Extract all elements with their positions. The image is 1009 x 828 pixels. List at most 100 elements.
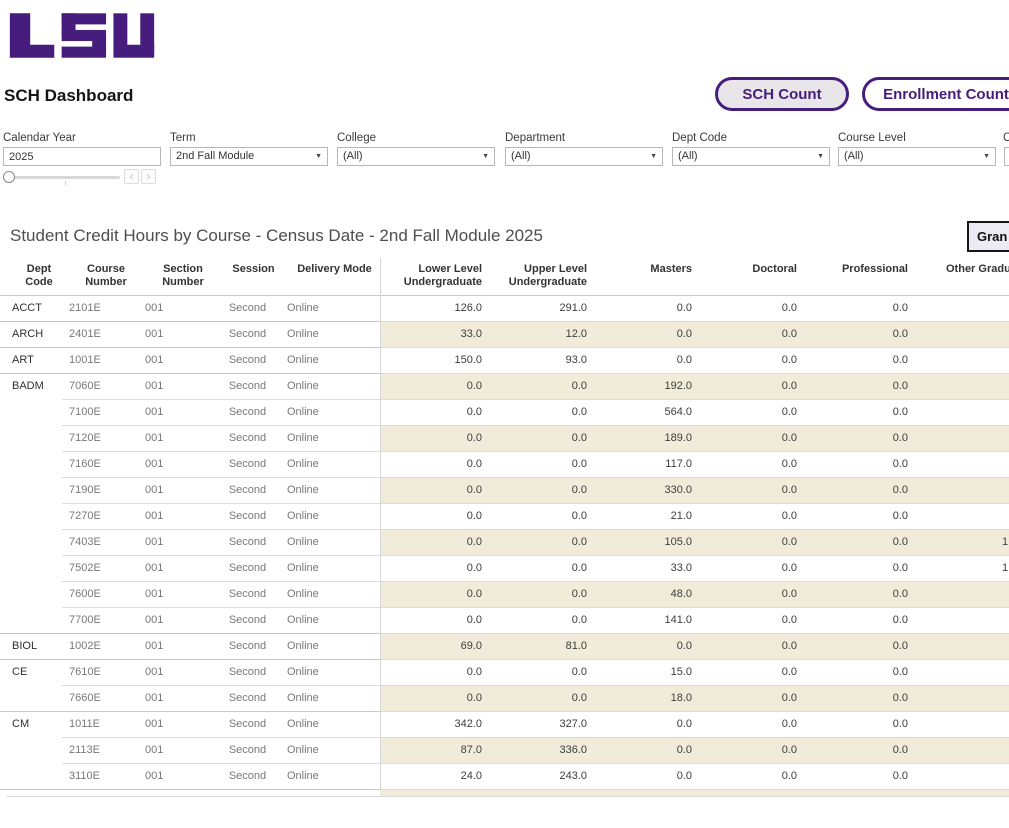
cell-value: 0.0	[595, 738, 700, 764]
cell-delivery: Online	[279, 452, 380, 478]
cell-value	[912, 478, 1009, 504]
department-dropdown[interactable]: (All) ▼	[505, 147, 663, 166]
cell-value: 0.0	[700, 660, 805, 686]
table-row[interactable]: 3110E001SecondOnline24.0243.00.00.00.0	[0, 764, 1009, 790]
cell-session: Second	[216, 764, 279, 790]
filter-course-level: Course Level (All) ▼	[838, 132, 996, 147]
cell-course: 1002E	[62, 634, 138, 660]
table-row[interactable]: CM1011E001SecondOnline342.0327.00.00.00.…	[0, 712, 1009, 738]
cell-value: 330.0	[595, 478, 700, 504]
table-row[interactable]: 7700E001SecondOnline0.00.0141.00.00.0	[0, 608, 1009, 634]
table-row[interactable]: 7600E001SecondOnline0.00.048.00.00.0	[0, 582, 1009, 608]
enrollment-count-button[interactable]: Enrollment Count	[862, 77, 1009, 111]
cell-value: 0.0	[380, 426, 490, 452]
cell-course: 7120E	[62, 426, 138, 452]
cell-course: 7060E	[62, 374, 138, 400]
cell-value: 0.0	[380, 504, 490, 530]
cell-course: 3110E	[62, 764, 138, 790]
table-row[interactable]: 7502E001SecondOnline0.00.033.00.00.01	[0, 556, 1009, 582]
cell-value: 336.0	[490, 738, 595, 764]
cell-value: 0.0	[805, 634, 912, 660]
table-row[interactable]: ACCT2101E001SecondOnline126.0291.00.00.0…	[0, 296, 1009, 322]
cell-value: 0.0	[595, 322, 700, 348]
calendar-year-slider[interactable]	[3, 170, 121, 184]
dropdown-value: (All)	[844, 150, 864, 162]
cell-value: 18.0	[595, 686, 700, 712]
term-dropdown[interactable]: 2nd Fall Module ▼	[170, 147, 328, 166]
cell-value: 0.0	[700, 608, 805, 634]
cell-value: 150.0	[380, 348, 490, 374]
cell-value: 0.0	[700, 504, 805, 530]
cell-dept	[0, 582, 62, 608]
table-header: Dept Code Course Number Section Number S…	[0, 258, 1009, 296]
cell-dept: CE	[0, 660, 62, 686]
cell-value: 105.0	[595, 530, 700, 556]
slider-prev-button[interactable]: ‹	[124, 169, 139, 184]
cell-value: 1	[912, 556, 1009, 582]
table-row[interactable]: BIOL1002E001SecondOnline69.081.00.00.00.…	[0, 634, 1009, 660]
filter-label: Dept Code	[672, 132, 830, 147]
table-row[interactable]: CE7610E001SecondOnline0.00.015.00.00.0	[0, 660, 1009, 686]
dept-code-dropdown[interactable]: (All) ▼	[672, 147, 830, 166]
cell-value	[912, 504, 1009, 530]
filter-clipped: C (All)	[1003, 132, 1009, 147]
cell-value: 0.0	[490, 374, 595, 400]
filter-calendar-year: Calendar Year	[3, 132, 161, 147]
table-row[interactable]: ART1001E001SecondOnline150.093.00.00.00.…	[0, 348, 1009, 374]
cell-section: 001	[138, 478, 216, 504]
cell-dept	[0, 738, 62, 764]
cell-delivery: Online	[279, 348, 380, 374]
table-row[interactable]: 2113E001SecondOnline87.0336.00.00.00.0	[0, 738, 1009, 764]
course-level-dropdown[interactable]: (All) ▼	[838, 147, 996, 166]
cell-value: 0.0	[700, 712, 805, 738]
cell-value: 0.0	[380, 556, 490, 582]
table-row[interactable]: 7403E001SecondOnline0.00.0105.00.00.01	[0, 530, 1009, 556]
col-header-doctoral: Doctoral	[700, 258, 805, 295]
cell-value: 0.0	[380, 452, 490, 478]
cell-dept: ART	[0, 348, 62, 374]
cell-value: 0.0	[700, 400, 805, 426]
slider-knob[interactable]	[3, 171, 15, 183]
table-row[interactable]: 7660E001SecondOnline0.00.018.00.00.0	[0, 686, 1009, 712]
cell-course: 1001E	[62, 348, 138, 374]
cell-session: Second	[216, 504, 279, 530]
col-header-section-number: Section Number	[138, 258, 216, 295]
cell-dept	[0, 764, 62, 790]
table-row[interactable]: ARCH2401E001SecondOnline33.012.00.00.00.…	[0, 322, 1009, 348]
slider-track[interactable]	[8, 176, 120, 179]
dropdown-value: 2nd Fall Module	[176, 150, 254, 162]
cell-value: 0.0	[700, 634, 805, 660]
cell-course: 7160E	[62, 452, 138, 478]
cell-value: 12.0	[490, 322, 595, 348]
table-row[interactable]: 7190E001SecondOnline0.00.0330.00.00.0	[0, 478, 1009, 504]
table-row[interactable]: 7270E001SecondOnline0.00.021.00.00.0	[0, 504, 1009, 530]
table-row[interactable]: 7120E001SecondOnline0.00.0189.00.00.0	[0, 426, 1009, 452]
cell-value: 0.0	[805, 660, 912, 686]
cell-delivery: Online	[279, 426, 380, 452]
cell-dept	[0, 504, 62, 530]
slider-next-button[interactable]: ›	[141, 169, 156, 184]
cell-session: Second	[216, 452, 279, 478]
cell-delivery: Online	[279, 478, 380, 504]
table-row[interactable]: 7100E001SecondOnline0.00.0564.00.00.0	[0, 400, 1009, 426]
cell-value: 0.0	[700, 556, 805, 582]
cell-dept	[0, 608, 62, 634]
cell-session: Second	[216, 582, 279, 608]
filter-term: Term 2nd Fall Module ▼	[170, 132, 328, 147]
table-row[interactable]: BADM7060E001SecondOnline0.00.0192.00.00.…	[0, 374, 1009, 400]
sch-count-button[interactable]: SCH Count	[715, 77, 849, 111]
cell-value: 0.0	[490, 608, 595, 634]
cell-session: Second	[216, 322, 279, 348]
cell-value	[912, 400, 1009, 426]
clipped-dropdown[interactable]: (All)	[1004, 147, 1009, 166]
cell-delivery: Online	[279, 686, 380, 712]
cell-value: 117.0	[595, 452, 700, 478]
dropdown-value: (All)	[678, 150, 698, 162]
calendar-year-input[interactable]	[3, 147, 161, 166]
cell-dept	[0, 686, 62, 712]
cell-delivery: Online	[279, 296, 380, 322]
cell-dept: CM	[0, 712, 62, 738]
college-dropdown[interactable]: (All) ▼	[337, 147, 495, 166]
grand-total-button[interactable]: Gran	[967, 221, 1009, 252]
table-row[interactable]: 7160E001SecondOnline0.00.0117.00.00.0	[0, 452, 1009, 478]
